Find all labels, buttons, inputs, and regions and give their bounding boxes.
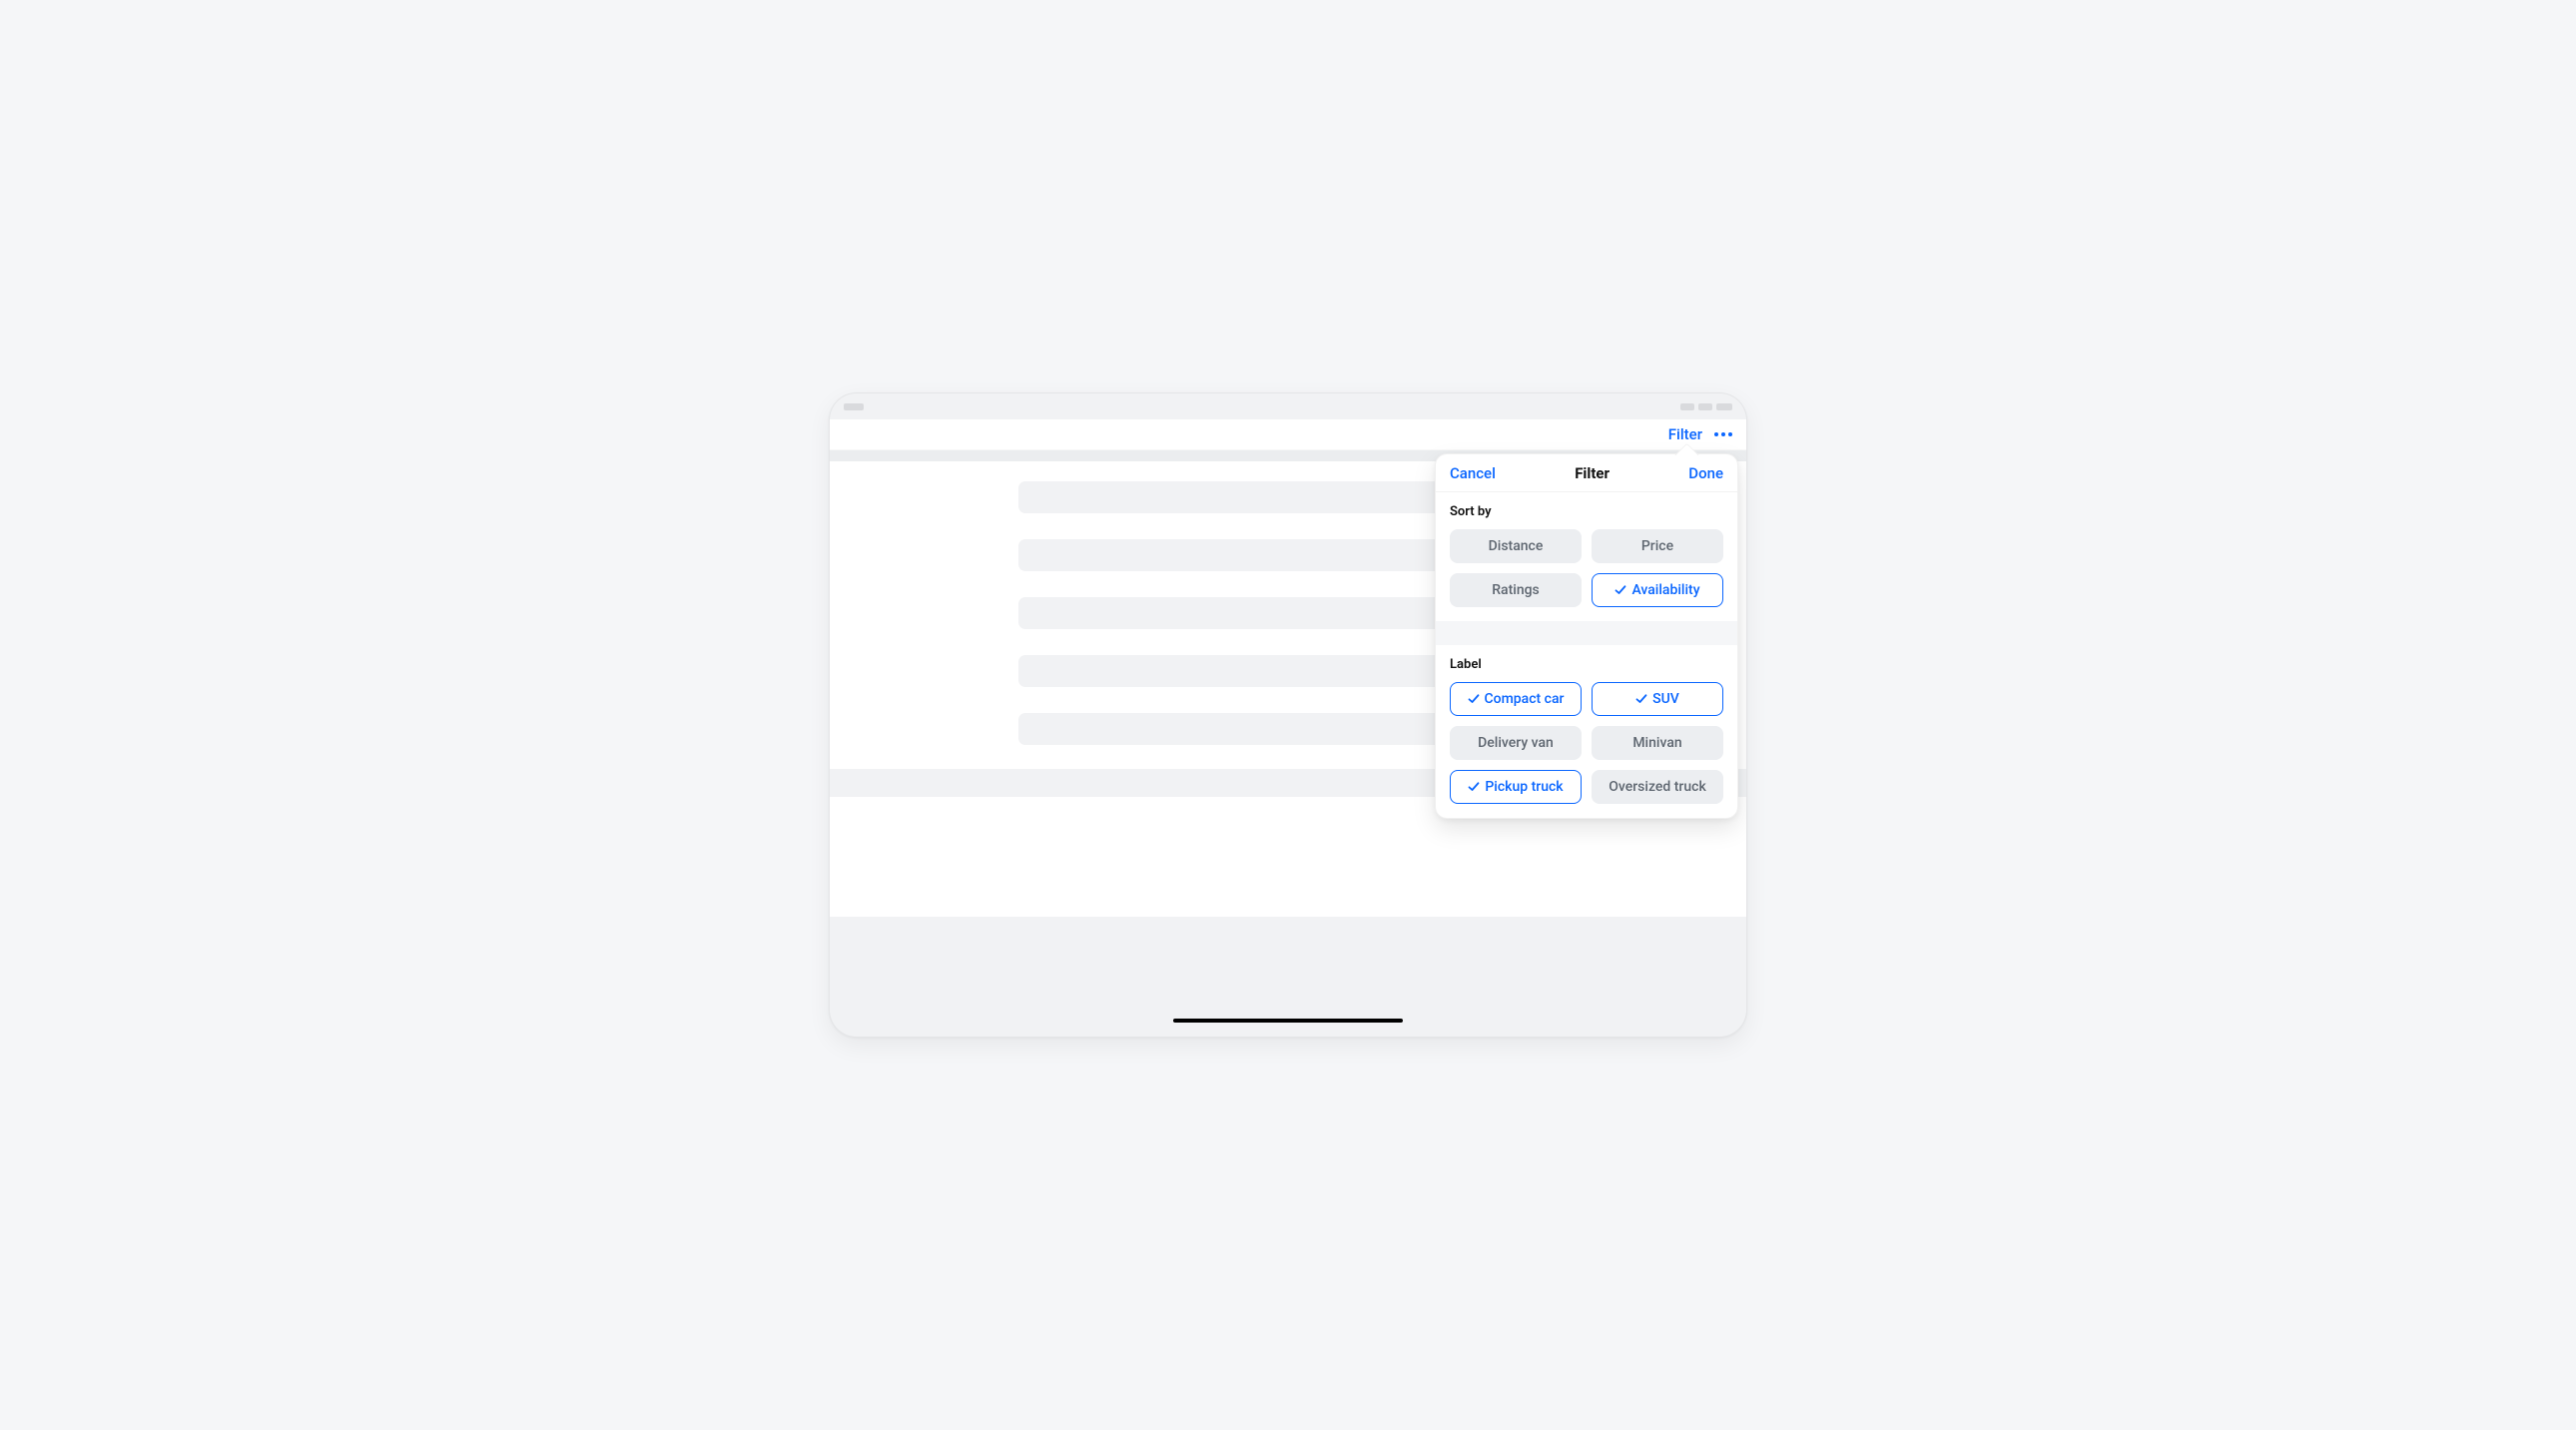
cancel-button[interactable]: Cancel — [1450, 464, 1496, 482]
check-icon — [1635, 693, 1647, 705]
navigation-bar: Filter — [830, 419, 1746, 450]
label-minivan-chip[interactable]: Minivan — [1592, 726, 1723, 760]
more-icon[interactable] — [1714, 432, 1732, 436]
label-delivery-van-chip[interactable]: Delivery van — [1450, 726, 1582, 760]
label-suv-chip[interactable]: SUV — [1592, 682, 1723, 716]
sort-options: Distance Price Ratings Availability — [1436, 525, 1737, 621]
label-compact-car-chip[interactable]: Compact car — [1450, 682, 1582, 716]
check-icon — [1614, 584, 1626, 596]
status-signal-placeholder — [1680, 403, 1694, 410]
status-bar — [830, 397, 1746, 415]
tablet-frame: Filter Cancel Filter Done Sort by Distan… — [829, 392, 1747, 1038]
label-title: Label — [1436, 645, 1737, 678]
sort-title: Sort by — [1436, 492, 1737, 525]
chip-label: Distance — [1489, 538, 1544, 554]
status-bar-left — [844, 403, 864, 410]
chip-label: SUV — [1652, 691, 1679, 707]
chip-label: Availability — [1631, 582, 1699, 598]
filter-link[interactable]: Filter — [1668, 425, 1702, 443]
chip-label: Price — [1641, 538, 1673, 554]
chip-label: Minivan — [1632, 735, 1681, 751]
status-battery-placeholder — [1716, 403, 1732, 410]
status-bar-right — [1680, 403, 1732, 410]
chip-label: Compact car — [1485, 691, 1565, 707]
status-wifi-placeholder — [1698, 403, 1712, 410]
label-oversized-truck-chip[interactable]: Oversized truck — [1592, 770, 1723, 804]
home-indicator[interactable] — [1173, 1019, 1403, 1023]
sort-price-chip[interactable]: Price — [1592, 529, 1723, 563]
chip-label: Oversized truck — [1609, 779, 1706, 795]
sort-ratings-chip[interactable]: Ratings — [1450, 573, 1582, 607]
bottom-gap — [830, 917, 1746, 1013]
done-button[interactable]: Done — [1688, 464, 1723, 482]
label-options: Compact car SUV Delivery van Minivan Pic… — [1436, 678, 1737, 818]
chip-label: Delivery van — [1478, 735, 1554, 751]
popover-header: Cancel Filter Done — [1436, 454, 1737, 492]
popover-title: Filter — [1575, 464, 1610, 482]
check-icon — [1468, 693, 1480, 705]
check-icon — [1468, 781, 1480, 793]
sort-distance-chip[interactable]: Distance — [1450, 529, 1582, 563]
chip-label: Pickup truck — [1485, 779, 1563, 795]
chip-label: Ratings — [1492, 582, 1540, 598]
filter-popover: Cancel Filter Done Sort by Distance Pric… — [1435, 453, 1738, 819]
sort-availability-chip[interactable]: Availability — [1592, 573, 1723, 607]
label-pickup-truck-chip[interactable]: Pickup truck — [1450, 770, 1582, 804]
status-time-placeholder — [844, 403, 864, 410]
popover-divider — [1436, 621, 1737, 645]
